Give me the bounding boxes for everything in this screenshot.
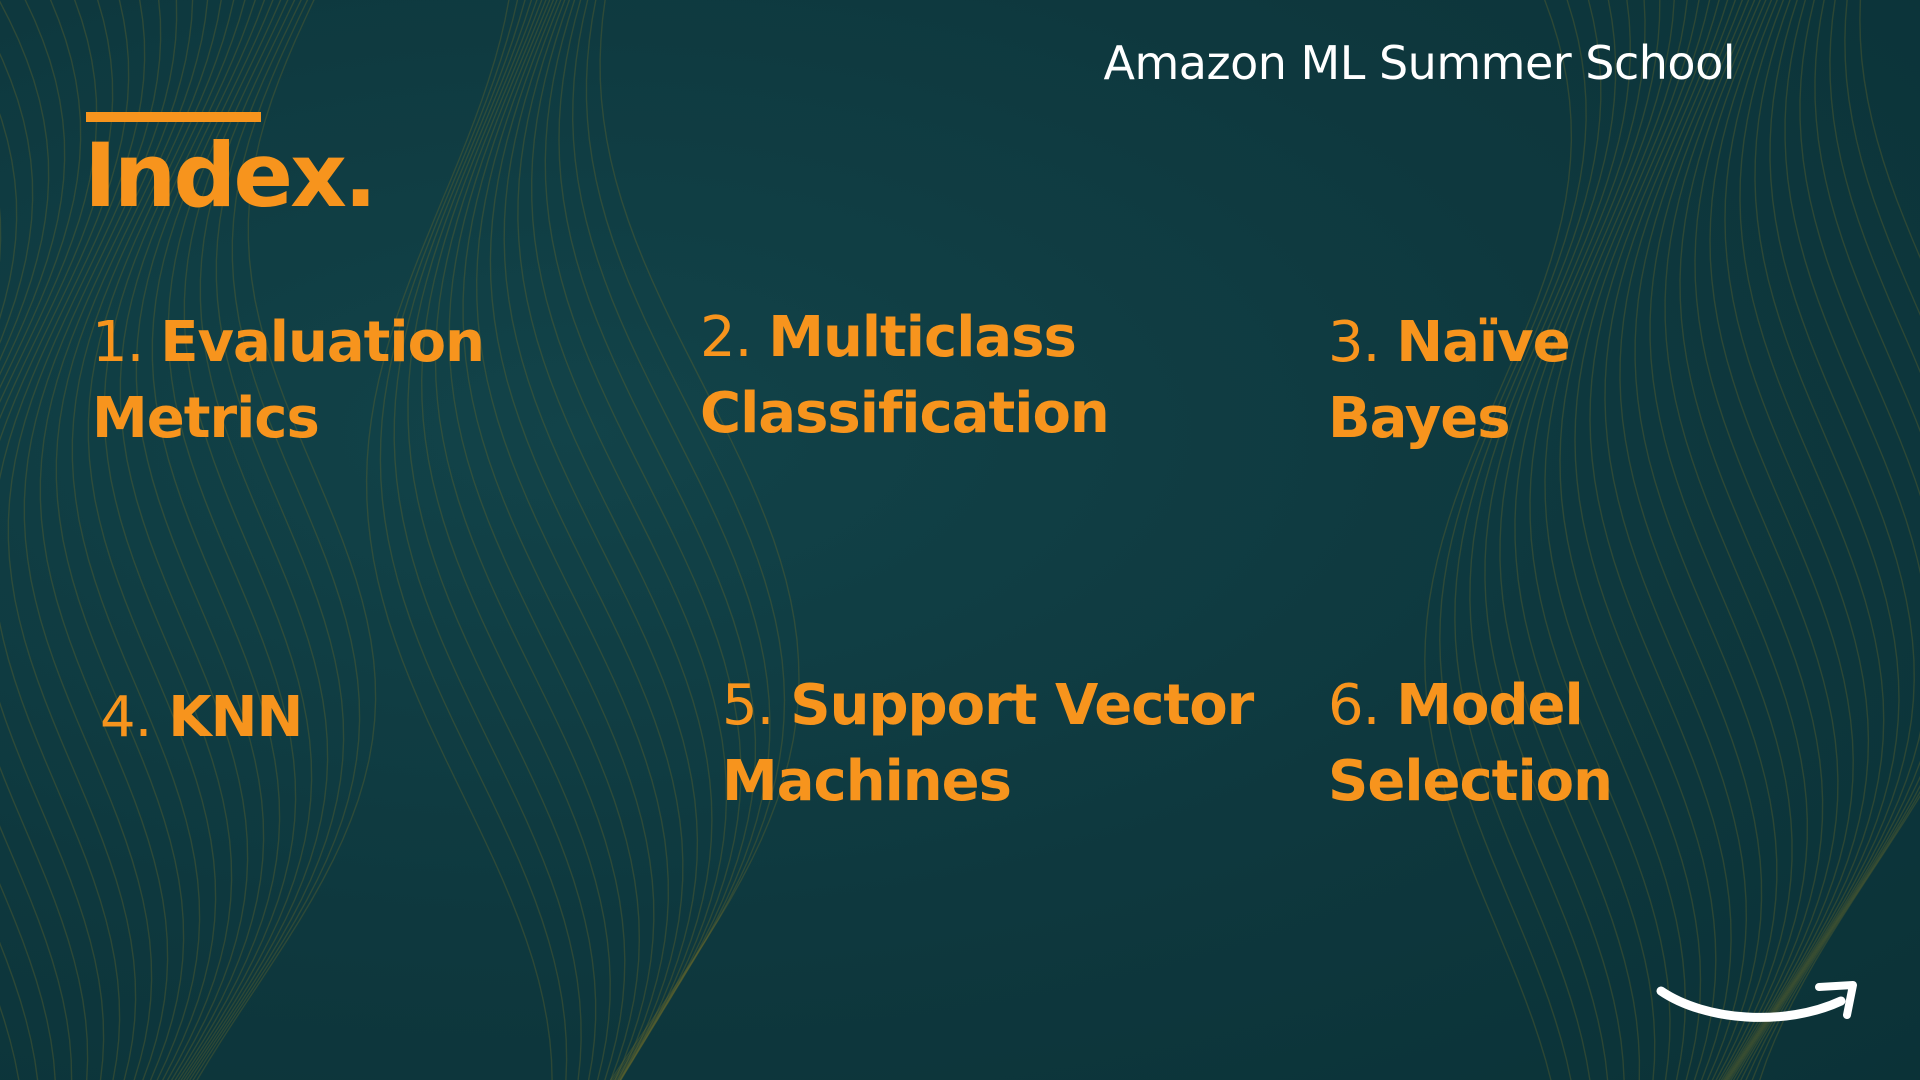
topic-item-5: 5. Support Vector Machines — [722, 668, 1262, 820]
topic-number: 3. — [1328, 310, 1380, 375]
topic-title: Evaluation Metrics — [92, 310, 485, 451]
topic-title: KNN — [168, 685, 303, 750]
topic-item-3: 3. Naïve Bayes — [1328, 305, 1628, 457]
topic-item-2: 2. Multiclass Classification — [700, 300, 1120, 452]
topic-number: 5. — [722, 673, 774, 738]
topic-item-6: 6. Model Selection — [1328, 668, 1658, 820]
topic-title: Support Vector Machines — [722, 673, 1254, 814]
page-title: Index. — [84, 124, 377, 227]
topic-item-1: 1. Evaluation Metrics — [92, 305, 612, 457]
amazon-smile-arrow-icon — [1656, 981, 1857, 1022]
slide: Amazon ML Summer School Index. 1. Evalua… — [0, 0, 1920, 1080]
topic-number: 1. — [92, 310, 144, 375]
topic-number: 6. — [1328, 673, 1380, 738]
topic-number: 4. — [100, 685, 152, 750]
brand-title: Amazon ML Summer School — [1103, 36, 1736, 90]
heading-accent-bar — [86, 112, 261, 122]
topic-title: Multiclass Classification — [700, 305, 1110, 446]
topic-number: 2. — [700, 305, 752, 370]
topic-item-4: 4. KNN — [100, 680, 500, 756]
